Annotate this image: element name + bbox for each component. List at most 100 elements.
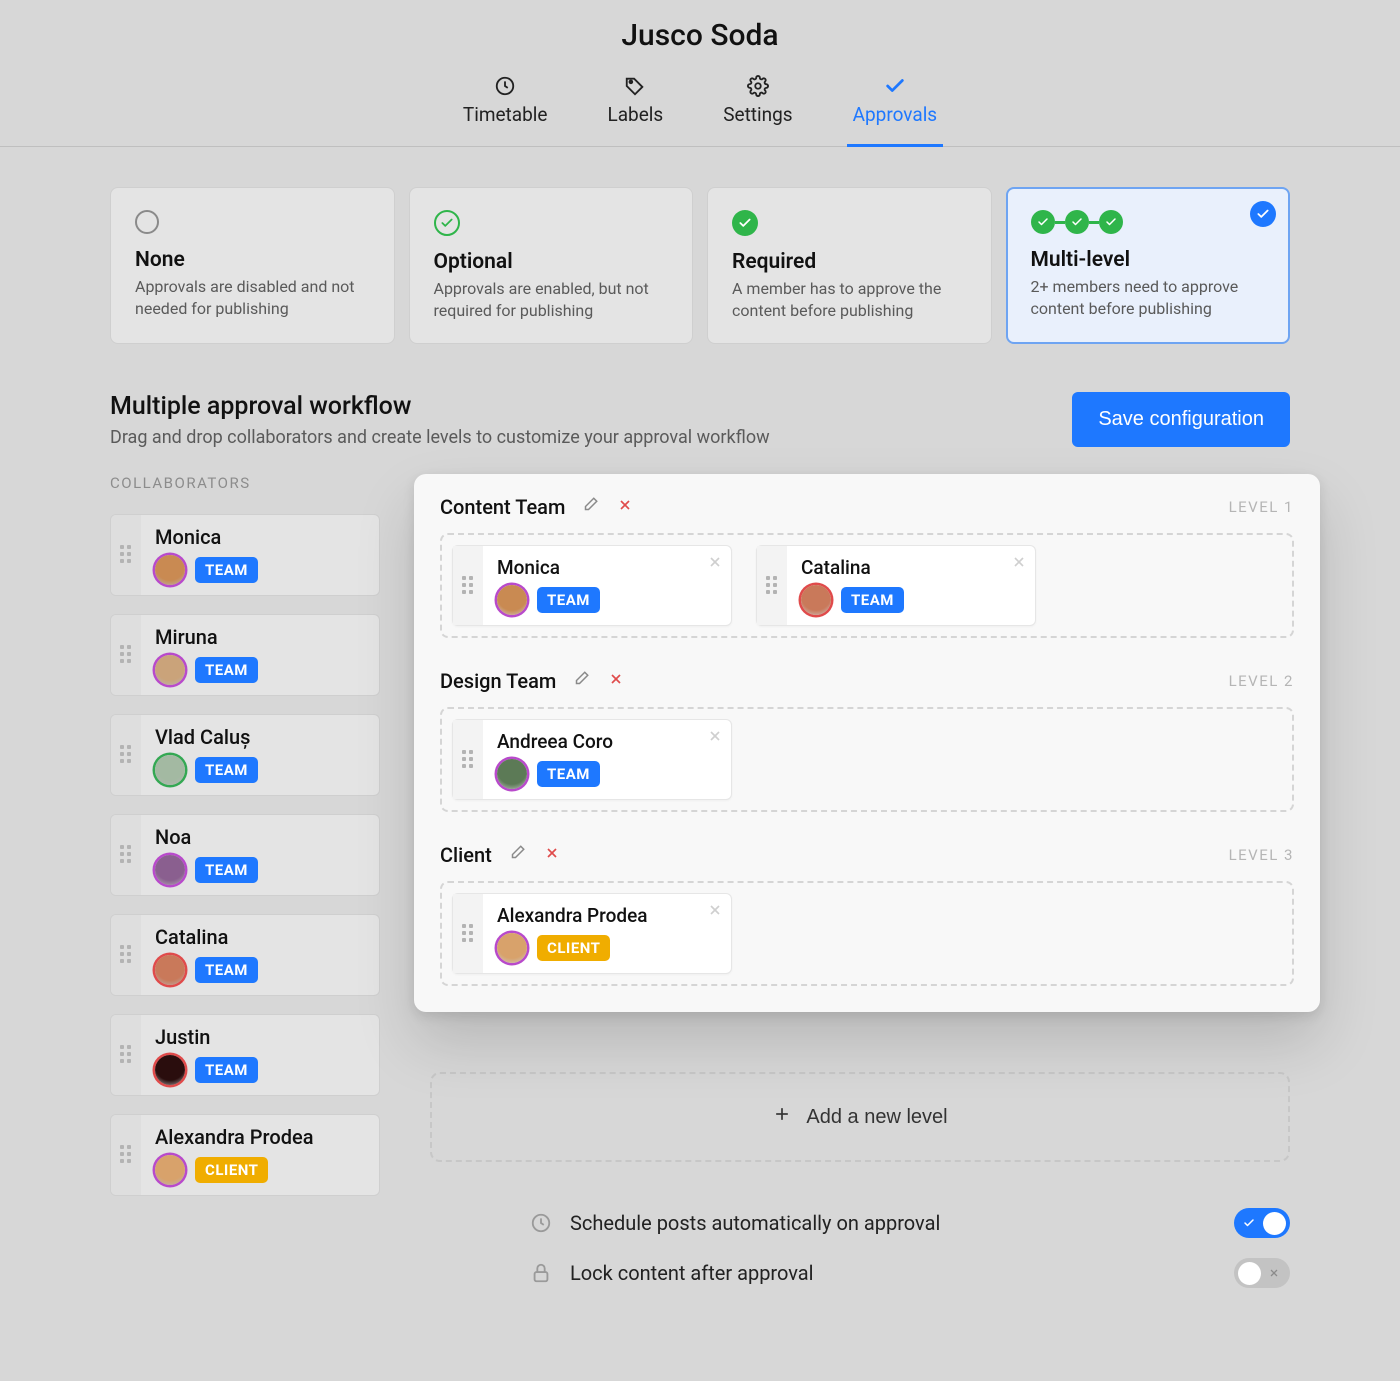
role-tag: TEAM bbox=[841, 587, 904, 613]
remove-member-button[interactable] bbox=[707, 902, 723, 922]
tab-label: Approvals bbox=[853, 103, 938, 126]
edit-level-button[interactable] bbox=[570, 668, 592, 693]
collaborators-column: COLLABORATORS Monica TEAM Miruna TEAM Vl… bbox=[110, 474, 380, 1214]
setting-toggle[interactable] bbox=[1234, 1258, 1290, 1288]
levels-panel: Content Team LEVEL 1 Monica TEAM bbox=[430, 474, 1290, 1298]
drag-handle-icon[interactable] bbox=[111, 615, 141, 695]
edit-level-button[interactable] bbox=[579, 494, 601, 519]
level-member-card[interactable]: Andreea Coro TEAM bbox=[452, 719, 732, 800]
delete-level-button[interactable] bbox=[542, 843, 562, 866]
collaborators-list: Monica TEAM Miruna TEAM Vlad Caluș TEAM … bbox=[110, 514, 380, 1196]
avatar bbox=[497, 585, 527, 615]
collaborator-name: Catalina bbox=[155, 925, 365, 949]
x-icon bbox=[608, 675, 624, 690]
edit-level-button[interactable] bbox=[506, 842, 528, 867]
avatar bbox=[801, 585, 831, 615]
check-icon bbox=[884, 75, 906, 97]
role-tag: TEAM bbox=[195, 557, 258, 583]
remove-member-button[interactable] bbox=[707, 728, 723, 748]
mode-card-optional[interactable]: Optional Approvals are enabled, but not … bbox=[409, 187, 694, 344]
level-dropzone[interactable]: Andreea Coro TEAM bbox=[440, 707, 1294, 812]
role-tag: TEAM bbox=[195, 957, 258, 983]
add-level-button[interactable]: Add a new level bbox=[430, 1072, 1290, 1162]
empty-circle-icon bbox=[135, 210, 159, 234]
mode-card-none[interactable]: None Approvals are disabled and not need… bbox=[110, 187, 395, 344]
tab-timetable[interactable]: Timetable bbox=[463, 75, 548, 146]
level-name: Client bbox=[440, 843, 492, 867]
mode-card-required[interactable]: Required A member has to approve the con… bbox=[707, 187, 992, 344]
drag-handle-icon[interactable] bbox=[453, 894, 483, 973]
drag-handle-icon[interactable] bbox=[453, 546, 483, 625]
level-member-card[interactable]: Catalina TEAM bbox=[756, 545, 1036, 626]
x-icon bbox=[544, 849, 560, 864]
setting-row: Schedule posts automatically on approval bbox=[530, 1198, 1290, 1248]
section-head: Multiple approval workflow Drag and drop… bbox=[110, 392, 1290, 448]
member-name: Catalina bbox=[801, 556, 1021, 579]
tab-label: Timetable bbox=[463, 103, 548, 126]
tab-settings[interactable]: Settings bbox=[723, 75, 792, 146]
collaborator-card[interactable]: Justin TEAM bbox=[110, 1014, 380, 1096]
role-tag: TEAM bbox=[195, 757, 258, 783]
tab-approvals[interactable]: Approvals bbox=[853, 75, 938, 146]
setting-toggle[interactable] bbox=[1234, 1208, 1290, 1238]
avatar bbox=[155, 955, 185, 985]
delete-level-button[interactable] bbox=[606, 669, 626, 692]
mode-desc: A member has to approve the content befo… bbox=[732, 278, 967, 321]
header: Jusco Soda TimetableLabelsSettingsApprov… bbox=[0, 0, 1400, 147]
remove-member-button[interactable] bbox=[1011, 554, 1027, 574]
avatar bbox=[497, 933, 527, 963]
drag-handle-icon[interactable] bbox=[111, 515, 141, 595]
mode-desc: 2+ members need to approve content befor… bbox=[1031, 276, 1266, 319]
drag-handle-icon[interactable] bbox=[111, 1015, 141, 1095]
drag-handle-icon[interactable] bbox=[453, 720, 483, 799]
section-subtitle: Drag and drop collaborators and create l… bbox=[110, 427, 770, 448]
collaborator-name: Justin bbox=[155, 1025, 365, 1049]
level-dropzone[interactable]: Monica TEAM Catalina TEAM bbox=[440, 533, 1294, 638]
drag-handle-icon[interactable] bbox=[111, 815, 141, 895]
check-circle-outline-icon bbox=[434, 210, 460, 236]
section-title: Multiple approval workflow bbox=[110, 392, 770, 421]
drag-handle-icon[interactable] bbox=[757, 546, 787, 625]
collaborator-name: Monica bbox=[155, 525, 365, 549]
mode-desc: Approvals are enabled, but not required … bbox=[434, 278, 669, 321]
level-name: Design Team bbox=[440, 669, 556, 693]
level-index-label: LEVEL 1 bbox=[1229, 498, 1294, 516]
level-index-label: LEVEL 2 bbox=[1229, 672, 1294, 690]
role-tag: CLIENT bbox=[195, 1157, 268, 1183]
delete-level-button[interactable] bbox=[615, 495, 635, 518]
remove-member-button[interactable] bbox=[707, 554, 723, 574]
check-circle-filled-icon bbox=[732, 210, 758, 236]
mode-card-multi[interactable]: Multi-level 2+ members need to approve c… bbox=[1006, 187, 1291, 344]
levels-card: Content Team LEVEL 1 Monica TEAM bbox=[414, 474, 1320, 1012]
level-index-label: LEVEL 3 bbox=[1229, 846, 1294, 864]
mode-desc: Approvals are disabled and not needed fo… bbox=[135, 276, 370, 319]
role-tag: TEAM bbox=[195, 657, 258, 683]
collaborator-card[interactable]: Miruna TEAM bbox=[110, 614, 380, 696]
tab-label: Labels bbox=[607, 103, 663, 126]
mode-title: Optional bbox=[434, 250, 669, 274]
avatar bbox=[155, 755, 185, 785]
setting-label: Lock content after approval bbox=[570, 1261, 1216, 1285]
collaborator-card[interactable]: Noa TEAM bbox=[110, 814, 380, 896]
collaborator-card[interactable]: Alexandra Prodea CLIENT bbox=[110, 1114, 380, 1196]
mode-cards-row: None Approvals are disabled and not need… bbox=[110, 187, 1290, 344]
tab-labels[interactable]: Labels bbox=[607, 75, 663, 146]
lock-icon bbox=[530, 1262, 552, 1284]
collaborator-card[interactable]: Monica TEAM bbox=[110, 514, 380, 596]
drag-handle-icon[interactable] bbox=[111, 915, 141, 995]
drag-handle-icon[interactable] bbox=[111, 1115, 141, 1195]
clock-icon bbox=[494, 75, 516, 97]
content-area: None Approvals are disabled and not need… bbox=[0, 147, 1400, 1358]
collaborator-card[interactable]: Vlad Caluș TEAM bbox=[110, 714, 380, 796]
drag-handle-icon[interactable] bbox=[111, 715, 141, 795]
level-dropzone[interactable]: Alexandra Prodea CLIENT bbox=[440, 881, 1294, 986]
tabs-bar: Timetable Labels Settings Approvals bbox=[0, 75, 1400, 147]
save-configuration-button[interactable]: Save configuration bbox=[1072, 392, 1290, 447]
level-member-card[interactable]: Alexandra Prodea CLIENT bbox=[452, 893, 732, 974]
approval-level: Client LEVEL 3 Alexandra Prodea CLIENT bbox=[440, 842, 1294, 986]
collaborator-card[interactable]: Catalina TEAM bbox=[110, 914, 380, 996]
level-member-card[interactable]: Monica TEAM bbox=[452, 545, 732, 626]
plus-icon bbox=[772, 1104, 792, 1130]
member-name: Andreea Coro bbox=[497, 730, 717, 753]
collaborator-name: Noa bbox=[155, 825, 365, 849]
